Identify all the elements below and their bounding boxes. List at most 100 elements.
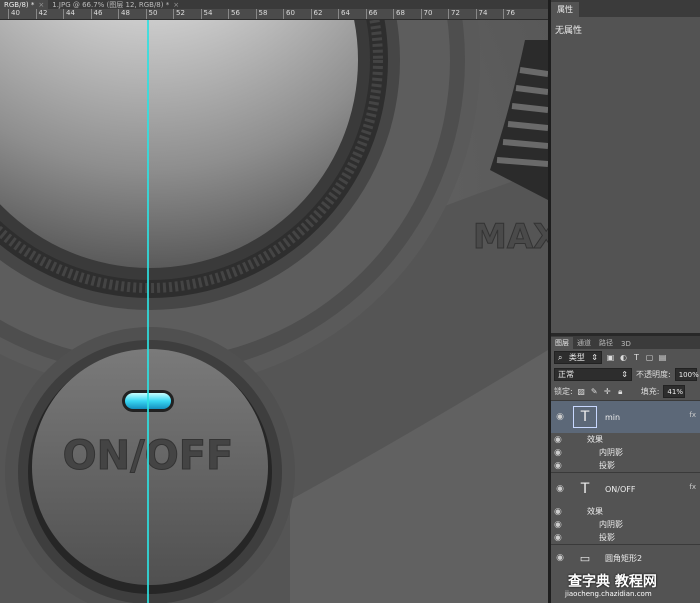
fx-icon[interactable]: fx xyxy=(689,483,696,491)
effect-label: 内阴影 xyxy=(599,520,623,529)
ruler-tick: 46 xyxy=(90,9,102,19)
effect-drop-shadow[interactable]: ◉ 投影 xyxy=(551,531,700,544)
layer-name[interactable]: 圆角矩形2 xyxy=(605,553,642,564)
tab-layers[interactable]: 图层 xyxy=(551,337,573,349)
layer-effects-onoff: ◉ 效果 ◉ 内阴影 ◉ 投影 xyxy=(551,505,700,544)
ruler-tick: 52 xyxy=(173,9,185,19)
blend-row: 正常 ⇕ 不透明度: 100% xyxy=(551,366,700,383)
eye-icon[interactable]: ◉ xyxy=(554,448,562,458)
type-layer-icon: T xyxy=(573,406,597,428)
fill-input[interactable]: 41% xyxy=(663,385,686,398)
filter-kind-value: 类型 xyxy=(568,353,585,362)
chevron-down-icon: ⇕ xyxy=(621,370,628,379)
lock-pixels-icon[interactable]: ✎ xyxy=(590,387,599,396)
eye-icon[interactable]: ◉ xyxy=(554,520,562,530)
eye-icon[interactable]: ◉ xyxy=(551,412,569,422)
search-icon: ⌕ xyxy=(558,352,563,362)
watermark-url: jiaocheng.chazidian.com xyxy=(565,590,652,598)
doc-tab-label: 1.JPG @ 66.7% (图层 12, RGB/8) * xyxy=(52,0,170,9)
ruler-tick: 62 xyxy=(310,9,322,19)
properties-empty-text: 无属性 xyxy=(555,26,583,36)
effects-label: 效果 xyxy=(587,507,603,516)
eye-icon[interactable]: ◉ xyxy=(554,533,562,543)
lock-row: 锁定: ▨ ✎ ✛ 🔒︎ 填充: 41% xyxy=(551,383,700,400)
filter-kind-select[interactable]: ⌕ 类型 ⇕ xyxy=(554,351,602,364)
doc-tab-label: RGB/8) * xyxy=(4,0,35,9)
lock-transparency-icon[interactable]: ▨ xyxy=(577,387,586,396)
chevron-down-icon: ⇕ xyxy=(591,353,598,362)
ruler-tick: 44 xyxy=(63,9,75,19)
tab-properties[interactable]: 属性 xyxy=(551,2,579,17)
lock-label: 锁定: xyxy=(554,387,573,396)
effects-row[interactable]: ◉ 效果 xyxy=(551,433,700,446)
layer-min[interactable]: ◉ T min fx xyxy=(551,400,700,433)
effect-label: 投影 xyxy=(599,533,615,542)
layers-tabbar: 图层 通道 路径 3D xyxy=(551,336,700,349)
effect-drop-shadow[interactable]: ◉ 投影 xyxy=(551,459,700,472)
properties-tabbar: 属性 xyxy=(551,0,700,17)
adjustment-filter-icon[interactable]: ◐ xyxy=(619,353,628,362)
ruler-tick: 58 xyxy=(255,9,267,19)
document-canvas[interactable]: MAX ON/OFF xyxy=(0,20,548,603)
effect-inner-shadow[interactable]: ◉ 内阴影 xyxy=(551,446,700,459)
ruler-tick: 70 xyxy=(420,9,432,19)
effect-inner-shadow[interactable]: ◉ 内阴影 xyxy=(551,518,700,531)
close-icon[interactable]: × xyxy=(38,1,44,9)
layer-onoff[interactable]: ◉ T ON/OFF fx xyxy=(551,472,700,505)
doc-tab-2[interactable]: 1.JPG @ 66.7% (图层 12, RGB/8) * × xyxy=(48,0,183,9)
layer-name[interactable]: ON/OFF xyxy=(605,485,635,494)
properties-panel: 属性 无属性 xyxy=(551,0,700,333)
ruler-tick: 40 xyxy=(8,9,20,19)
ruler-tick: 76 xyxy=(503,9,515,19)
ruler-tick: 74 xyxy=(475,9,487,19)
max-label: MAX xyxy=(473,217,548,257)
layer-effects-min: ◉ 效果 ◉ 内阴影 ◉ 投影 xyxy=(551,433,700,472)
ruler-tick: 56 xyxy=(228,9,240,19)
eye-icon[interactable]: ◉ xyxy=(554,435,562,445)
tab-3d[interactable]: 3D xyxy=(617,339,635,349)
eye-icon[interactable]: ◉ xyxy=(551,553,569,563)
ruler-tick: 66 xyxy=(365,9,377,19)
shape-layer-icon: ▭ xyxy=(579,551,591,565)
shape-filter-icon[interactable]: ▢ xyxy=(645,353,654,362)
effects-row[interactable]: ◉ 效果 xyxy=(551,505,700,518)
tab-channels[interactable]: 通道 xyxy=(573,337,595,349)
guide-line[interactable] xyxy=(147,20,149,603)
eye-icon[interactable]: ◉ xyxy=(554,461,562,471)
fx-icon[interactable]: fx xyxy=(689,411,696,419)
effect-label: 投影 xyxy=(599,461,615,470)
image-filter-icon[interactable]: ▣ xyxy=(606,353,615,362)
filter-row: ⌕ 类型 ⇕ ▣ ◐ T ▢ ▤ xyxy=(551,349,700,366)
layer-rounded-rect-2[interactable]: ◉ ▭ 圆角矩形2 xyxy=(551,544,700,571)
ruler-tick: 42 xyxy=(35,9,47,19)
close-icon[interactable]: × xyxy=(173,1,179,9)
blend-mode-select[interactable]: 正常 ⇕ xyxy=(554,368,632,381)
opacity-label: 不透明度: xyxy=(636,370,671,379)
smart-object-filter-icon[interactable]: ▤ xyxy=(658,353,667,362)
layer-name[interactable]: min xyxy=(605,413,620,422)
horizontal-ruler[interactable]: 40 42 44 46 48 50 52 54 56 58 60 62 64 66 68 70 72 74 76 xyxy=(0,9,548,20)
ruler-tick: 64 xyxy=(338,9,350,19)
ruler-tick: 68 xyxy=(393,9,405,19)
lock-position-icon[interactable]: ✛ xyxy=(603,387,612,396)
blend-mode-value: 正常 xyxy=(558,370,574,379)
doc-tab-1[interactable]: RGB/8) * × xyxy=(0,0,49,9)
ruler-tick: 72 xyxy=(448,9,460,19)
ruler-tick: 54 xyxy=(200,9,212,19)
eye-icon[interactable]: ◉ xyxy=(551,484,569,494)
tab-paths[interactable]: 路径 xyxy=(595,337,617,349)
effect-label: 内阴影 xyxy=(599,448,623,457)
watermark: 查字典 教程网 xyxy=(568,574,657,590)
lock-all-icon[interactable]: 🔒︎ xyxy=(616,387,625,396)
ruler-tick: 50 xyxy=(145,9,157,19)
opacity-input[interactable]: 100% xyxy=(674,368,699,381)
ruler-tick: 48 xyxy=(118,9,130,19)
fill-label: 填充: xyxy=(640,387,660,396)
type-filter-icon[interactable]: T xyxy=(632,353,641,362)
layers-panel: 图层 通道 路径 3D ⌕ 类型 ⇕ ▣ ◐ T ▢ ▤ 正常 ⇕ 不透明度: … xyxy=(551,336,700,603)
eye-icon[interactable]: ◉ xyxy=(554,507,562,517)
document-tabs: RGB/8) * × 1.JPG @ 66.7% (图层 12, RGB/8) … xyxy=(0,0,548,9)
ruler-tick: 60 xyxy=(283,9,295,19)
effects-label: 效果 xyxy=(587,435,603,444)
canvas-artwork: MAX ON/OFF xyxy=(0,20,548,603)
